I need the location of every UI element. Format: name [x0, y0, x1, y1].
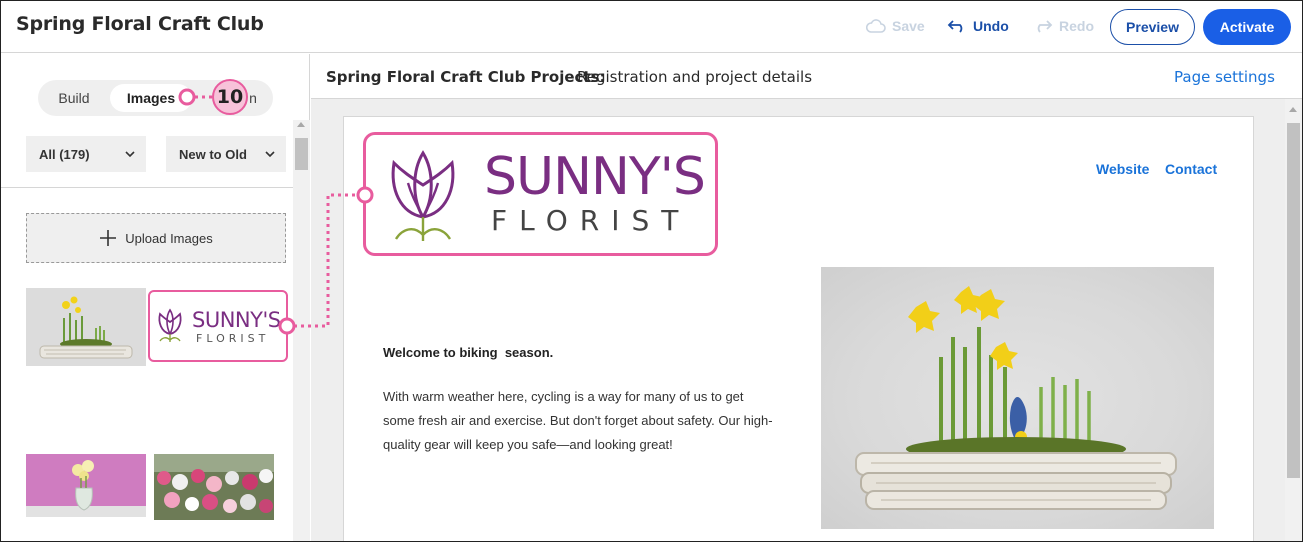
app-window: Spring Floral Craft Club Save Undo Redo … [0, 0, 1303, 542]
callout-connector [178, 88, 374, 335]
callout-badge: 10 [212, 79, 248, 115]
